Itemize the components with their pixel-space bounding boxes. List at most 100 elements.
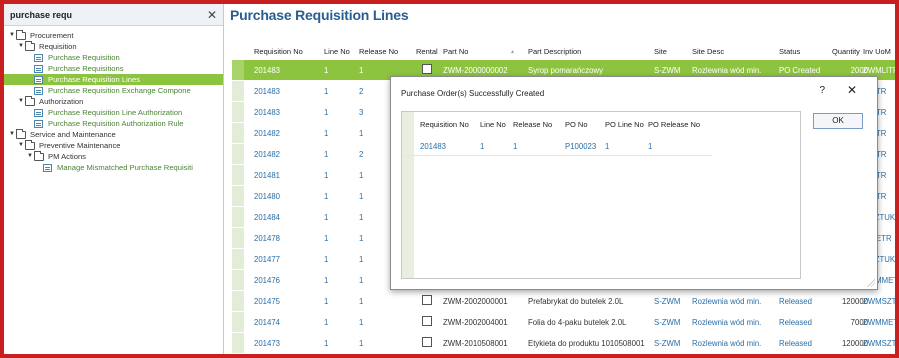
cell-req: 201478: [254, 234, 281, 243]
tree-item[interactable]: ▼ Service and Maintenance: [4, 129, 223, 140]
cell-rel: 1: [359, 297, 364, 306]
cell-sitedesc: Rozlewnia wód min.: [692, 66, 762, 75]
expand-toggle-icon[interactable]: ▼: [17, 41, 25, 52]
page-icon: [34, 108, 43, 117]
rental-checkbox[interactable]: [422, 64, 432, 74]
dialog-title: Purchase Order(s) Successfully Created: [401, 89, 545, 98]
resize-grip-icon[interactable]: [867, 279, 875, 287]
cell-rel: 1: [359, 171, 364, 180]
cell-line: 1: [324, 255, 329, 264]
cell-sitedesc: Rozlewnia wód min.: [692, 318, 762, 327]
column-header[interactable]: Release No: [359, 47, 398, 56]
dialog-column-header[interactable]: Line No: [480, 120, 506, 129]
cell-rel: 2: [359, 87, 364, 96]
tree-item[interactable]: Purchase Requisition Authorization Rule: [4, 118, 223, 129]
row-selector[interactable]: [232, 81, 244, 101]
dialog-column-header[interactable]: Release No: [513, 120, 552, 129]
tree-item[interactable]: Manage Mismatched Purchase Requisiti: [4, 162, 223, 173]
grid-header: Requisition No Line No Release No Rental Par…: [232, 42, 895, 60]
column-header[interactable]: Part No: [443, 47, 468, 56]
row-selector[interactable]: [232, 123, 244, 143]
navigator-search[interactable]: purchase requ ✕: [4, 4, 223, 26]
dialog-column-header[interactable]: PO Line No: [605, 120, 644, 129]
dialog-grid: Requisition No Line No Release No PO No PO L…: [401, 111, 801, 279]
cell-line: 1: [324, 108, 329, 117]
dialog-table-row[interactable]: 201483 1 1 P100023 1 1: [402, 136, 712, 156]
cell-status: Released: [779, 339, 812, 348]
rental-checkbox[interactable]: [422, 337, 432, 347]
column-header[interactable]: Quantity: [832, 47, 860, 56]
row-selector[interactable]: [232, 270, 244, 290]
dialog-close-icon[interactable]: ✕: [847, 83, 857, 97]
tree-item[interactable]: Purchase Requisition: [4, 52, 223, 63]
row-selector[interactable]: [232, 165, 244, 185]
navigator-search-query[interactable]: purchase requ: [10, 10, 207, 20]
cell-part: ZWM-2002000001: [443, 297, 508, 306]
row-selector[interactable]: [232, 186, 244, 206]
help-icon[interactable]: ?: [819, 85, 825, 96]
tree-item-label: Requisition: [39, 42, 77, 51]
cell-req: 201477: [254, 255, 281, 264]
column-header[interactable]: Part Description: [528, 47, 581, 56]
row-selector[interactable]: [232, 144, 244, 164]
tree-item[interactable]: Purchase Requisition Exchange Compone: [4, 85, 223, 96]
expand-toggle-icon[interactable]: ▼: [8, 129, 16, 140]
column-header[interactable]: Site Desc: [692, 47, 724, 56]
cell-desc: Prefabrykat do butelek 2.0L: [528, 297, 624, 306]
cell-req: 201483: [254, 66, 281, 75]
table-row[interactable]: 201474 1 1 ZWM-2002004001 Folia do 4-paku bu…: [232, 312, 895, 333]
tree-item[interactable]: Purchase Requisition Line Authorization: [4, 107, 223, 118]
column-header[interactable]: Line No: [324, 47, 350, 56]
row-selector[interactable]: [232, 312, 244, 332]
app-frame: purchase requ ✕ ▼ Procurement ▼ Requisition…: [4, 4, 895, 354]
tree-item[interactable]: Purchase Requisition Lines: [4, 74, 223, 85]
dialog-column-header[interactable]: Requisition No: [420, 120, 469, 129]
cell-site: S-ZWM: [654, 66, 681, 75]
rental-checkbox[interactable]: [422, 316, 432, 326]
row-selector[interactable]: [232, 249, 244, 269]
row-selector[interactable]: [232, 102, 244, 122]
cell-rel: 1: [359, 255, 364, 264]
column-header[interactable]: Inv UoM: [863, 47, 891, 56]
expand-toggle-icon[interactable]: ▼: [17, 140, 25, 151]
column-header[interactable]: Site: [654, 47, 667, 56]
expand-toggle-icon[interactable]: ▼: [26, 151, 34, 162]
expand-toggle-icon[interactable]: ▼: [8, 30, 16, 41]
row-selector[interactable]: [232, 60, 244, 80]
cell-req: 201483: [254, 108, 281, 117]
row-selector[interactable]: [232, 291, 244, 311]
cell-uom: ZWMMETR: [863, 318, 895, 327]
ok-button[interactable]: OK: [813, 113, 863, 129]
tree-item[interactable]: ▼ Authorization: [4, 96, 223, 107]
dialog-cell-porel: 1: [648, 142, 653, 151]
table-row[interactable]: 201473 1 1 ZWM-2010508001 Etykieta do produk…: [232, 333, 895, 354]
close-icon[interactable]: ✕: [207, 8, 217, 22]
rental-checkbox[interactable]: [422, 295, 432, 305]
dialog-column-header[interactable]: PO No: [565, 120, 588, 129]
cell-uom: ZWMSZTUK: [863, 339, 895, 348]
tree-item[interactable]: Purchase Requisitions: [4, 63, 223, 74]
table-row[interactable]: 201475 1 1 ZWM-2002000001 Prefabrykat do but…: [232, 291, 895, 312]
page-icon: [34, 86, 43, 95]
cell-sitedesc: Rozlewnia wód min.: [692, 297, 762, 306]
tree-item[interactable]: ▼ Requisition: [4, 41, 223, 52]
tree-item-label: Preventive Maintenance: [39, 141, 121, 150]
cell-desc: Syrop pomarańczowy: [528, 66, 603, 75]
page-icon: [34, 64, 43, 73]
dialog-column-header[interactable]: PO Release No: [648, 120, 700, 129]
cell-rel: 1: [359, 213, 364, 222]
tree-item[interactable]: ▼ Procurement: [4, 30, 223, 41]
cell-req: 201481: [254, 171, 281, 180]
column-header[interactable]: Rental: [416, 47, 438, 56]
expand-toggle-icon[interactable]: ▼: [17, 96, 25, 107]
sort-icon[interactable]: ▲: [510, 49, 515, 55]
tree-item[interactable]: ▼ PM Actions: [4, 151, 223, 162]
tree-item[interactable]: ▼ Preventive Maintenance: [4, 140, 223, 151]
column-header[interactable]: Requisition No: [254, 47, 303, 56]
column-header[interactable]: Status: [779, 47, 800, 56]
row-selector[interactable]: [232, 228, 244, 248]
row-selector[interactable]: [232, 207, 244, 227]
dialog-cell-po: P100023: [565, 142, 597, 151]
row-selector[interactable]: [232, 333, 244, 353]
cell-status: PO Created: [779, 66, 821, 75]
